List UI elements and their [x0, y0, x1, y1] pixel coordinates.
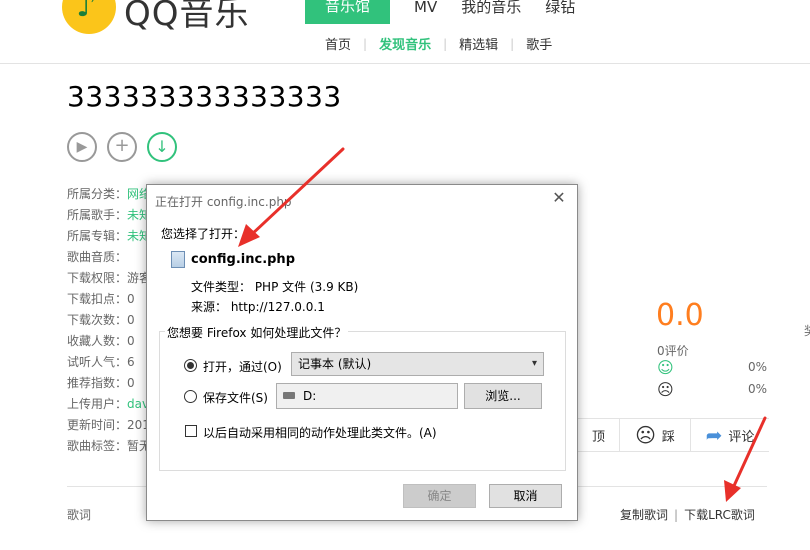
play-icon: ▶ [76, 139, 88, 155]
subnav-singers[interactable]: 歌手 [526, 34, 552, 53]
info-row-tags: 歌曲标签：暂无 [67, 439, 152, 453]
song-actions: 顶 ☹ 踩 ➦ 评论 [576, 418, 769, 452]
info-row-favorites: 收藏人数：0 [67, 334, 135, 348]
copy-lyrics-link[interactable]: 复制歌词 [620, 508, 668, 522]
subnav-separator: | [443, 36, 448, 51]
close-icon[interactable]: ✕ [551, 188, 567, 207]
subnav-discover[interactable]: 发现音乐 [379, 34, 431, 53]
info-row-download-points: 下载扣点：0 [67, 292, 135, 306]
download-lrc-link[interactable]: 下载LRC歌词 [684, 508, 755, 522]
plus-icon: + [114, 135, 130, 156]
logo-text[interactable]: QQ音乐 [124, 0, 250, 35]
chosen-label: 您选择了打开： [161, 227, 246, 241]
browse-button[interactable]: 浏览... [464, 383, 542, 409]
info-row-quality: 歌曲音质： [67, 250, 128, 264]
nav-music-hall[interactable]: 音乐馆 [305, 0, 391, 24]
bad-percent: 0% [747, 382, 767, 396]
open-with-label[interactable]: 打开，通过(O) [203, 358, 282, 375]
file-icon [171, 251, 185, 268]
info-row-singer: 所属歌手：未知 [67, 208, 152, 222]
lyric-links: 复制歌词 | 下载LRC歌词 [620, 506, 755, 523]
drive-icon [283, 392, 295, 399]
rating-bad-row: ☹ 0% [657, 380, 767, 399]
info-row-recommend: 推荐指数：0 [67, 376, 135, 390]
top-header: ♪ QQ音乐 音乐馆 MV 我的音乐 绿钻 首页 | 发现音乐 | 精选辑 | … [0, 0, 810, 64]
file-name: config.inc.php [191, 252, 295, 267]
good-percent: 0% [747, 360, 767, 374]
save-path-field[interactable]: D: [276, 383, 458, 409]
song-title: 333333333333333 [67, 80, 342, 113]
link-separator: | [674, 508, 679, 522]
dislike-button[interactable]: ☹ 踩 [620, 419, 691, 451]
music-note-icon: ♪ [76, 0, 97, 24]
save-file-radio[interactable] [184, 390, 197, 403]
cancel-button[interactable]: 取消 [489, 484, 562, 508]
song-info-list: 所属分类：网络 所属歌手：未知 所属专辑：未知 歌曲音质： 下载权限：游客 下载… [67, 184, 151, 457]
info-row-download-permission: 下载权限：游客 [67, 271, 152, 285]
info-row-album: 所属专辑：未知 [67, 229, 152, 243]
frown-face-icon: ☹ [657, 380, 674, 399]
action-question: 您想要 Firefox 如何处理此文件？ [165, 324, 349, 341]
auto-action-checkbox[interactable] [185, 425, 197, 437]
file-type: 文件类型： PHP 文件 (3.9 KB) [191, 280, 359, 294]
info-row-uploader: 上传用户：dav [67, 397, 150, 411]
download-button[interactable]: ↓ [147, 132, 177, 162]
open-with-radio[interactable] [184, 359, 197, 372]
open-file-dialog: 正在打开 config.inc.php ✕ 您选择了打开： config.inc… [146, 184, 578, 521]
share-arrow-icon: ➦ [705, 423, 723, 447]
nav-mv[interactable]: MV [414, 0, 437, 24]
comment-button[interactable]: ➦ 评论 [691, 419, 769, 451]
info-row-updated: 更新时间：201 [67, 418, 150, 432]
info-row-download-count: 下载次数：0 [67, 313, 135, 327]
file-source: 来源： http://127.0.0.1 [191, 300, 325, 314]
nav-green-diamond[interactable]: 绿钻 [545, 0, 575, 24]
subnav-home[interactable]: 首页 [325, 34, 351, 53]
play-button[interactable]: ▶ [67, 132, 97, 162]
sub-nav: 首页 | 发现音乐 | 精选辑 | 歌手 [325, 34, 552, 54]
auto-action-label[interactable]: 以后自动采用相同的动作处理此类文件。(A) [203, 424, 437, 441]
download-arrow-icon: ↓ [155, 137, 169, 156]
main-nav: 音乐馆 MV 我的音乐 绿钻 [305, 0, 575, 24]
dialog-title: 正在打开 config.inc.php [155, 195, 292, 209]
nav-my-music[interactable]: 我的音乐 [461, 0, 521, 24]
info-row-popularity: 试听人气：6 [67, 355, 135, 369]
review-count: 0评价 [657, 344, 689, 358]
smile-face-icon: ☺ [657, 358, 674, 377]
subnav-separator: | [363, 36, 368, 51]
ok-button[interactable]: 确定 [403, 484, 476, 508]
like-button[interactable]: 顶 [576, 419, 620, 451]
rating-good-row: ☺ 0% [657, 358, 767, 377]
save-file-label[interactable]: 保存文件(S) [203, 389, 268, 406]
side-label: 奖 [804, 322, 810, 339]
add-button[interactable]: + [107, 132, 137, 162]
application-select[interactable]: 记事本 (默认) ▾ [291, 352, 544, 376]
chevron-down-icon: ▾ [531, 358, 537, 369]
subnav-featured[interactable]: 精选辑 [459, 34, 498, 53]
lyrics-label: 歌词 [67, 508, 92, 522]
subnav-separator: | [510, 36, 515, 51]
rating-score: 0.0 [656, 298, 704, 333]
frown-face-icon: ☹ [635, 423, 656, 447]
info-row-category: 所属分类：网络 [67, 187, 152, 201]
